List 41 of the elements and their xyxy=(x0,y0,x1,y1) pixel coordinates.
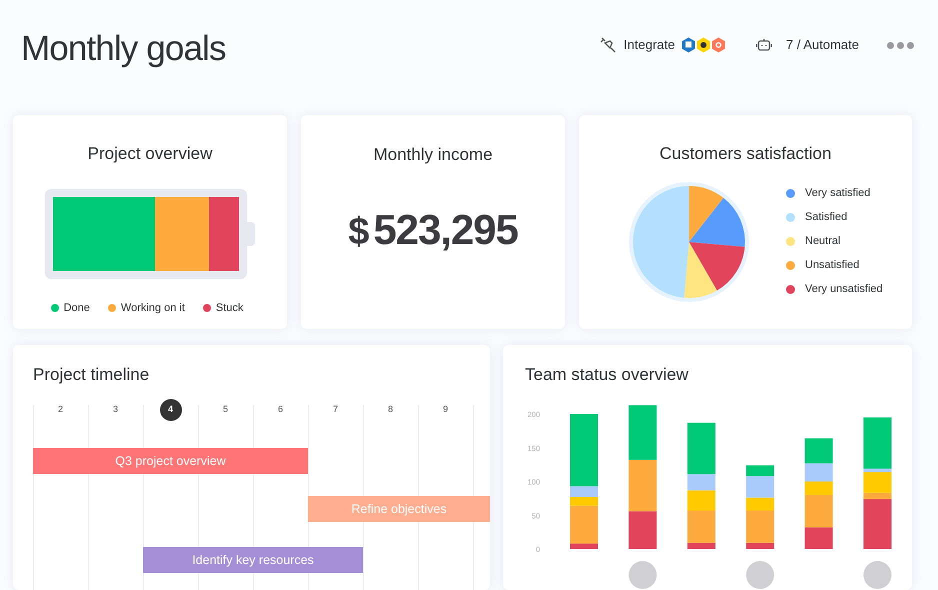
column-label: 7 xyxy=(332,403,339,416)
legend-label: Satisfied xyxy=(805,210,848,226)
card-title: Team status overview xyxy=(525,365,690,385)
legend-label: Very satisfied xyxy=(805,186,870,202)
column-label: 4 xyxy=(160,399,182,421)
timeline-bar[interactable]: Refine objectives xyxy=(308,496,490,522)
card-title: Monthly income xyxy=(373,144,493,166)
timeline-bar[interactable]: Identify key resources xyxy=(143,547,363,573)
app-icon[interactable] xyxy=(696,37,711,53)
timeline-bar[interactable]: Q3 project overview xyxy=(33,448,308,474)
avatar xyxy=(746,561,774,589)
bar-segment xyxy=(628,511,657,549)
bar-segment xyxy=(804,463,833,482)
legend-label: Stuck xyxy=(216,300,244,316)
avatar xyxy=(628,561,657,589)
bar-segment xyxy=(628,460,657,512)
card-title: Project timeline xyxy=(33,365,150,385)
automate-button[interactable]: 7 / Automate xyxy=(786,35,859,55)
column-label: 2 xyxy=(56,403,64,416)
column-label: 5 xyxy=(222,403,229,416)
page-title: Monthly goals xyxy=(21,30,226,66)
avatar xyxy=(864,561,892,589)
bar-segment xyxy=(804,438,833,464)
column-label: 9 xyxy=(442,403,449,416)
legend-label: Working on it xyxy=(120,300,185,316)
card-title: Customers satisfaction xyxy=(660,143,832,165)
bar-segment xyxy=(628,405,657,460)
legend-label: Unsatisfied xyxy=(805,258,860,274)
robot-icon xyxy=(756,38,772,52)
currency-symbol: $ xyxy=(348,210,370,254)
column-label: 8 xyxy=(386,403,394,416)
legend-label: Done xyxy=(64,300,90,316)
legend-label: Neutral xyxy=(805,234,840,250)
card-title: Project overview xyxy=(88,143,212,165)
more-icon[interactable] xyxy=(887,42,914,48)
column-label: 6 xyxy=(276,403,284,416)
legend-label: Very unsatisfied xyxy=(805,282,883,298)
column-label: 3 xyxy=(112,403,119,416)
income-amount: 523,295 xyxy=(373,204,518,254)
integrate-button[interactable]: Integrate xyxy=(624,35,675,55)
plug-icon xyxy=(600,37,616,53)
